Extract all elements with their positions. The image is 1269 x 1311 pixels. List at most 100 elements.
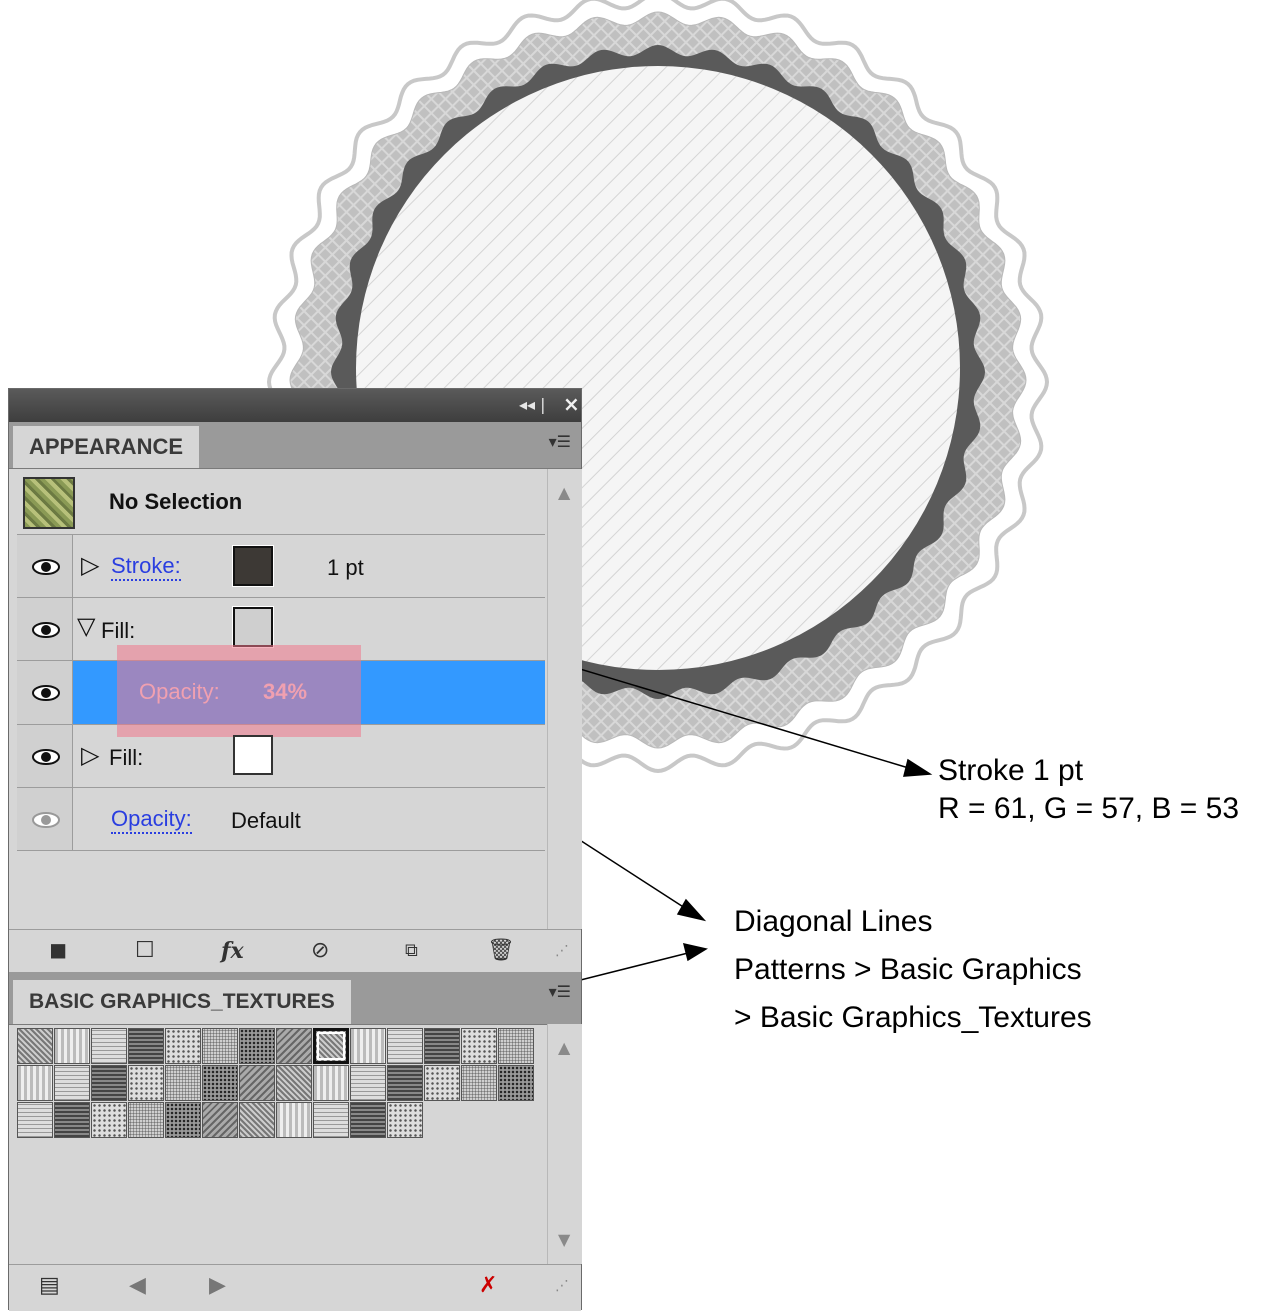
visibility-toggle[interactable]	[17, 661, 73, 724]
swatch-tab-row: BASIC GRAPHICS_TEXTURES ▾☰	[9, 972, 581, 1025]
pattern-swatch[interactable]	[276, 1028, 312, 1064]
appearance-toolbar: ◼ ☐ fx ⊘ ⧉ 🗑 ⋰	[9, 929, 581, 974]
selection-thumbnail	[23, 477, 75, 529]
no-icon[interactable]: ⊘	[311, 938, 329, 964]
pattern-swatch[interactable]	[350, 1065, 386, 1101]
pattern-swatch[interactable]	[387, 1102, 423, 1138]
stroke-color-swatch[interactable]	[232, 545, 274, 587]
pattern-swatch[interactable]	[313, 1065, 349, 1101]
fill-pattern-swatch[interactable]	[232, 606, 274, 648]
clear-appearance-icon[interactable]: ☐	[135, 938, 155, 964]
resize-grip-icon[interactable]: ⋰	[555, 938, 569, 964]
pattern-swatch[interactable]	[54, 1028, 90, 1064]
stroke-label[interactable]: Stroke:	[111, 553, 181, 581]
panel-titlebar[interactable]: ◂◂ | ×	[9, 389, 581, 422]
break-link-icon[interactable]: ✗	[479, 1273, 497, 1299]
appearance-tab[interactable]: APPEARANCE	[13, 426, 200, 468]
opacity-value[interactable]: 34%	[263, 679, 307, 705]
pattern-swatch[interactable]	[276, 1065, 312, 1101]
next-icon[interactable]: ▶	[209, 1273, 226, 1299]
fill-label[interactable]: Fill:	[101, 618, 135, 644]
appearance-scrollbar[interactable]: ▲ ▼	[547, 469, 582, 988]
object-opacity-row[interactable]: Opacity: Default	[17, 788, 545, 851]
disclosure-triangle-icon[interactable]: ▷	[81, 551, 99, 580]
disclosure-triangle-icon[interactable]: ▷	[81, 741, 99, 770]
pattern-swatch[interactable]	[128, 1028, 164, 1064]
fill-white-swatch[interactable]	[233, 735, 273, 775]
pattern-swatch[interactable]	[165, 1065, 201, 1101]
appearance-list: No Selection ▷ Stroke: 1 pt ▽ Fill: Opac…	[17, 469, 545, 929]
object-opacity-label[interactable]: Opacity:	[111, 806, 192, 834]
previous-icon[interactable]: ◀	[129, 1273, 146, 1299]
pattern-swatch[interactable]	[128, 1102, 164, 1138]
appearance-tab-row: APPEARANCE ▾☰	[9, 422, 581, 469]
new-art-basic-icon[interactable]: ◼	[49, 938, 67, 964]
pattern-swatch[interactable]	[239, 1065, 275, 1101]
pattern-swatch[interactable]	[239, 1102, 275, 1138]
trash-icon[interactable]: 🗑	[487, 938, 515, 964]
pattern-swatch[interactable]	[276, 1102, 312, 1138]
pattern-swatch[interactable]	[17, 1102, 53, 1138]
swatch-grid	[17, 1028, 537, 1258]
visibility-toggle[interactable]	[17, 535, 73, 597]
close-icon[interactable]: ×	[563, 392, 580, 416]
pattern-swatch[interactable]	[313, 1028, 349, 1064]
swatch-library-menu-icon[interactable]: ▤	[39, 1273, 60, 1299]
pattern-swatch[interactable]	[424, 1028, 460, 1064]
eye-icon[interactable]	[31, 683, 61, 703]
pattern-swatch[interactable]	[202, 1028, 238, 1064]
resize-grip-icon[interactable]: ⋰	[555, 1273, 569, 1299]
pattern-swatch[interactable]	[498, 1065, 534, 1101]
object-opacity-value[interactable]: Default	[231, 808, 301, 834]
pattern-swatch[interactable]	[54, 1102, 90, 1138]
collapse-icon[interactable]: ◂◂ |	[519, 394, 546, 416]
stroke-annotation-line2: R = 61, G = 57, B = 53	[938, 792, 1240, 825]
pattern-swatch[interactable]	[424, 1065, 460, 1101]
eye-icon[interactable]	[31, 747, 61, 767]
swatch-scrollbar[interactable]: ▲ ▼	[547, 1024, 582, 1264]
stroke-row[interactable]: ▷ Stroke: 1 pt	[17, 535, 545, 598]
pattern-swatch[interactable]	[17, 1028, 53, 1064]
selection-label: No Selection	[109, 489, 243, 514]
visibility-toggle[interactable]	[17, 598, 73, 660]
fill-label[interactable]: Fill:	[109, 745, 143, 771]
pattern-swatch[interactable]	[165, 1028, 201, 1064]
pattern-swatch[interactable]	[91, 1102, 127, 1138]
pattern-swatch[interactable]	[91, 1065, 127, 1101]
pattern-swatch[interactable]	[461, 1065, 497, 1101]
visibility-toggle[interactable]	[17, 788, 73, 850]
fx-icon[interactable]: fx	[221, 938, 244, 964]
panel-menu-icon[interactable]: ▾☰	[549, 432, 571, 452]
eye-icon[interactable]	[31, 810, 61, 830]
disclosure-triangle-icon[interactable]: ▽	[77, 612, 95, 641]
pattern-swatch[interactable]	[387, 1028, 423, 1064]
pattern-swatch[interactable]	[350, 1102, 386, 1138]
eye-icon[interactable]	[31, 557, 61, 577]
pattern-swatch[interactable]	[461, 1028, 497, 1064]
pattern-swatch[interactable]	[128, 1065, 164, 1101]
pattern-swatch[interactable]	[165, 1102, 201, 1138]
swatch-library-panel: BASIC GRAPHICS_TEXTURES ▾☰ ▲ ▼ ▤ ◀ ▶ ✗ ⋰	[8, 972, 582, 1311]
scroll-down-icon[interactable]: ▼	[558, 1230, 570, 1249]
scroll-up-icon[interactable]: ▲	[558, 483, 570, 502]
pattern-swatch[interactable]	[17, 1065, 53, 1101]
visibility-toggle[interactable]	[17, 725, 73, 787]
duplicate-icon[interactable]: ⧉	[405, 938, 418, 964]
opacity-label[interactable]: Opacity:	[139, 679, 220, 705]
basic-graphics-textures-tab[interactable]: BASIC GRAPHICS_TEXTURES	[13, 980, 351, 1024]
stroke-weight[interactable]: 1 pt	[327, 555, 364, 581]
pattern-swatch[interactable]	[91, 1028, 127, 1064]
eye-icon[interactable]	[31, 620, 61, 640]
fill-row-white[interactable]: ▷ Fill:	[17, 725, 545, 788]
pattern-swatch[interactable]	[350, 1028, 386, 1064]
pattern-swatch[interactable]	[202, 1065, 238, 1101]
pattern-swatch[interactable]	[313, 1102, 349, 1138]
pattern-swatch[interactable]	[387, 1065, 423, 1101]
pattern-swatch[interactable]	[54, 1065, 90, 1101]
pattern-swatch[interactable]	[498, 1028, 534, 1064]
fill-opacity-row[interactable]: Opacity: 34%	[17, 645, 545, 737]
pattern-swatch[interactable]	[239, 1028, 275, 1064]
pattern-swatch[interactable]	[202, 1102, 238, 1138]
scroll-up-icon[interactable]: ▲	[558, 1038, 570, 1057]
panel-menu-icon[interactable]: ▾☰	[549, 982, 571, 1002]
